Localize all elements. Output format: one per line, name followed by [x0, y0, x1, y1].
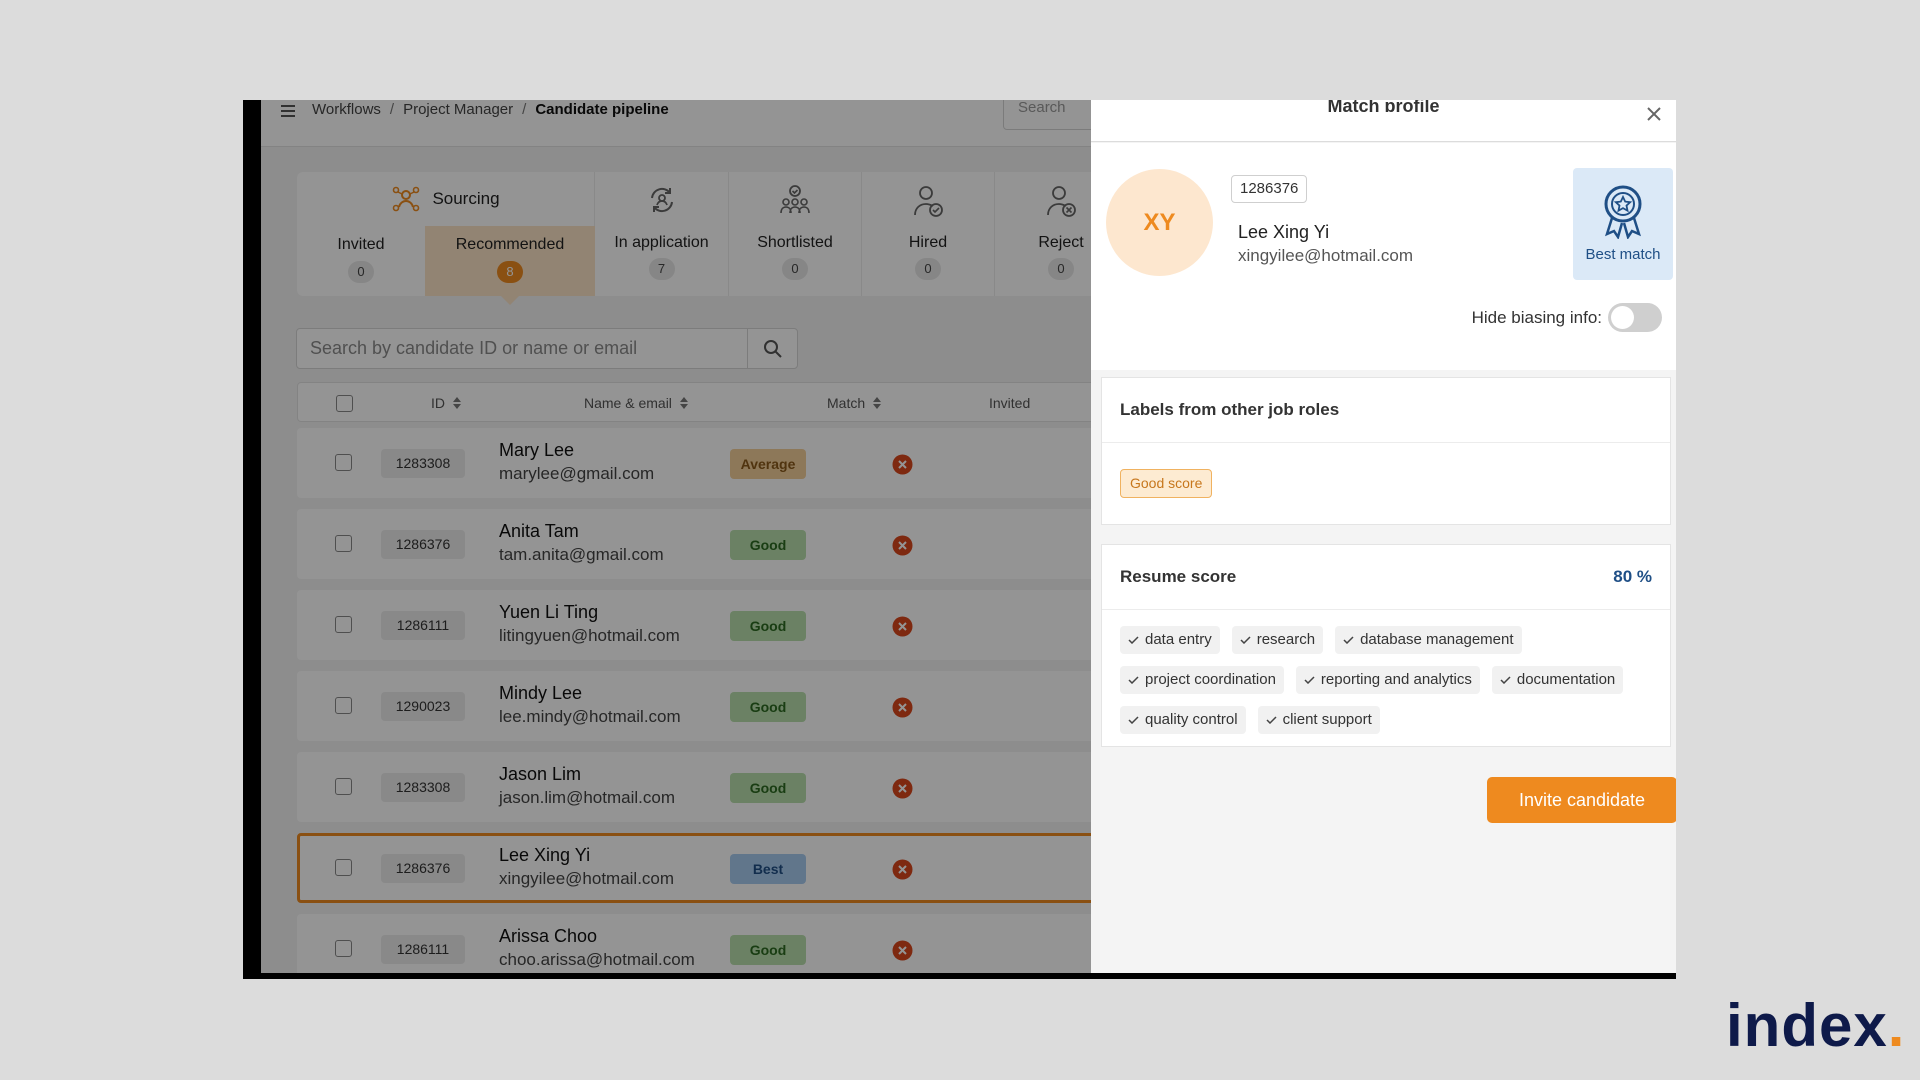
skill-tag: database management [1335, 626, 1522, 654]
skill-tag: data entry [1120, 626, 1220, 654]
skills-list: data entry research database management … [1102, 610, 1642, 746]
resume-score-card: Resume score 80 % data entry research da… [1101, 544, 1671, 747]
skill-tag: client support [1257, 706, 1380, 734]
logo-dot: . [1887, 992, 1906, 1059]
skill-label: research [1256, 631, 1316, 648]
close-icon[interactable] [1644, 104, 1664, 124]
app-window: Workflows / Project Manager / Candidate … [261, 100, 1676, 973]
check-icon [1266, 716, 1277, 724]
invite-candidate-button[interactable]: Invite candidate [1487, 777, 1676, 823]
skill-label: reporting and analytics [1320, 671, 1472, 688]
award-ribbon-icon [1604, 185, 1642, 239]
skill-tag: research [1231, 626, 1324, 654]
resume-title: Resume score [1120, 567, 1237, 586]
check-icon [1128, 716, 1139, 724]
profile-name: Lee Xing Yi [1238, 222, 1330, 242]
skill-label: documentation [1516, 671, 1616, 688]
check-icon [1343, 636, 1354, 644]
skill-label: project coordination [1145, 671, 1276, 688]
best-match-label: Best match [1585, 246, 1661, 263]
skill-label: database management [1360, 631, 1514, 648]
skill-tag: quality control [1120, 706, 1246, 734]
index-logo: index. [1726, 996, 1905, 1056]
check-icon [1128, 636, 1139, 644]
skill-tag: documentation [1491, 666, 1624, 694]
resume-card-header: Resume score 80 % [1102, 545, 1670, 610]
skill-label: data entry [1145, 631, 1212, 648]
profile-email: xingyilee@hotmail.com [1238, 246, 1414, 265]
check-icon [1304, 676, 1315, 684]
resume-score-value: 80 % [1613, 567, 1652, 586]
avatar: XY [1106, 169, 1213, 276]
labels-card: Labels from other job roles Good score [1101, 377, 1671, 525]
hide-biasing-label: Hide biasing info: [1471, 307, 1602, 327]
skill-label: client support [1282, 711, 1372, 728]
match-profile-drawer: Match profile XY 1286376 Lee Xing Yi xin… [1091, 100, 1676, 973]
skill-label: quality control [1145, 711, 1238, 728]
hide-biasing-row: Hide biasing info: [1472, 303, 1662, 332]
candidate-profile: XY 1286376 Lee Xing Yi xingyilee@hotmail… [1091, 143, 1676, 370]
skill-tag: project coordination [1120, 666, 1284, 694]
labels-title: Labels from other job roles [1120, 400, 1340, 419]
logo-text: index [1726, 992, 1888, 1059]
best-match-badge: Best match [1573, 168, 1673, 280]
check-icon [1500, 676, 1511, 684]
label-tag: Good score [1120, 469, 1213, 498]
drawer-header: Match profile [1091, 100, 1676, 142]
skill-tag: reporting and analytics [1295, 666, 1480, 694]
screen-recording-frame: Workflows / Project Manager / Candidate … [243, 100, 1676, 979]
profile-id: 1286376 [1231, 175, 1308, 203]
check-icon [1128, 676, 1139, 684]
hide-biasing-toggle[interactable] [1608, 303, 1662, 332]
drawer-title: Match profile [1327, 100, 1440, 112]
check-icon [1240, 636, 1251, 644]
labels-card-header: Labels from other job roles [1102, 378, 1670, 443]
